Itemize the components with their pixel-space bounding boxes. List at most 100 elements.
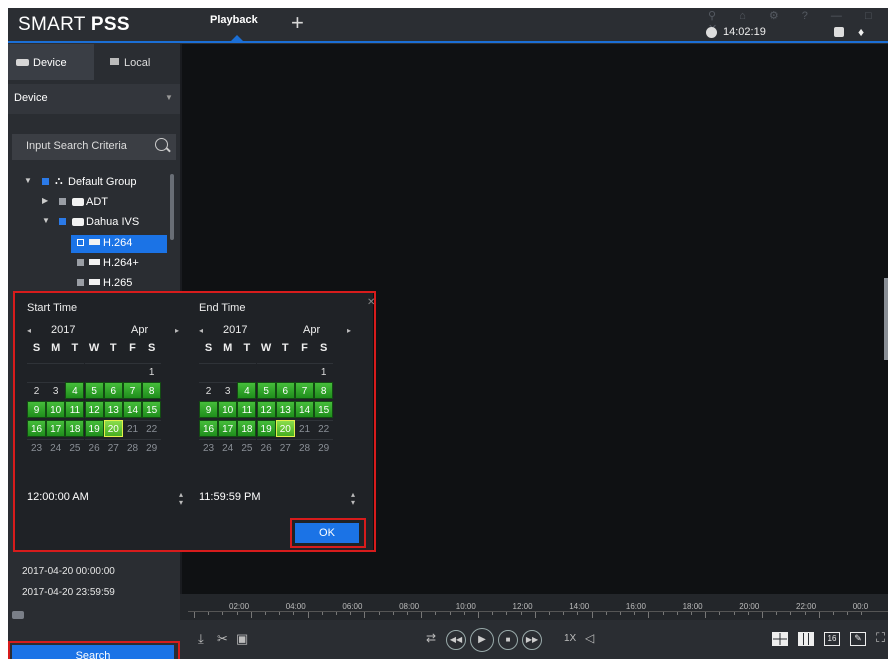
smart-pss-window: SMART PSS Playback + ⚲ ⌂ ⚙ ? — □ ✕ 14:02…	[8, 8, 888, 659]
timeline-tick-label: 04:00	[285, 602, 306, 611]
timeline-tick-label: 10:00	[455, 602, 476, 611]
search-highlight-box	[8, 641, 180, 659]
tab-local-label: Local	[124, 57, 151, 69]
search-input[interactable]: Input Search Criteria	[12, 134, 176, 160]
bell-icon[interactable]: ♦	[858, 25, 864, 39]
timeline-minor-tick	[676, 612, 678, 615]
snapshot-icon[interactable]: ▣	[236, 631, 248, 647]
tree-item-h264plus[interactable]: H.264+	[71, 255, 167, 273]
forward-button[interactable]: ▶▶	[522, 630, 542, 650]
timeline-minor-tick	[620, 612, 621, 615]
timeline-tick-label: 16:00	[625, 602, 646, 611]
edit-layout-icon[interactable]: ✎	[850, 632, 866, 646]
timeline-minor-tick	[378, 612, 380, 615]
tab-underline	[8, 41, 888, 43]
tree-item-h264[interactable]: H.264	[71, 235, 167, 253]
timeline-minor-tick	[421, 612, 423, 618]
timeline-minor-tick	[577, 612, 579, 615]
title-bar: SMART PSS Playback + ⚲ ⌂ ⚙ ? — □ ✕ 14:02…	[8, 8, 888, 44]
download-icon[interactable]: ⤓	[198, 631, 204, 647]
clock-icon	[706, 27, 717, 38]
collapse-icon[interactable]	[12, 611, 24, 619]
timeline-minor-tick	[833, 612, 834, 615]
timeline-minor-tick	[250, 612, 252, 618]
speed-label[interactable]: 1X	[564, 633, 576, 644]
expand-icon[interactable]: ▼	[42, 216, 50, 225]
timeline[interactable]: 02:00 04:00 06:00 08:00 10:00 12:00 14:00 16:00…	[180, 594, 888, 620]
tree-item-label: Dahua IVS	[86, 216, 140, 228]
video-scroll-handle[interactable]	[884, 278, 888, 360]
timeline-minor-tick	[194, 612, 195, 618]
checkbox[interactable]	[77, 279, 84, 286]
timeline-minor-tick	[691, 612, 692, 615]
device-dropdown[interactable]: Device ▼	[8, 84, 180, 114]
timeline-minor-tick	[492, 612, 494, 615]
start-time-value[interactable]: 2017-04-20 00:00:00	[22, 566, 115, 577]
timeline-minor-tick	[861, 612, 863, 615]
timeline-minor-tick	[435, 612, 437, 615]
timeline-tick-label: 02:00	[229, 602, 250, 611]
tree-item-label: H.265	[103, 277, 133, 289]
layout-4-icon[interactable]	[772, 632, 788, 646]
timeline-minor-tick	[762, 612, 763, 618]
checkbox[interactable]	[42, 178, 49, 185]
tree-item-label: Default Group	[68, 176, 137, 188]
clip-icon[interactable]: ✂	[217, 631, 228, 647]
search-placeholder: Input Search Criteria	[26, 140, 127, 152]
volume-icon[interactable]: ◁	[585, 631, 594, 645]
timeline-tick-label: 22:00	[796, 602, 817, 611]
group-icon: ⛬	[55, 175, 63, 187]
timeline-minor-tick	[236, 612, 238, 615]
timeline-minor-tick	[563, 612, 565, 615]
timeline-minor-tick	[847, 612, 849, 615]
timeline-minor-tick	[321, 612, 323, 615]
tab-device-label: Device	[33, 57, 67, 69]
camera-icon	[89, 239, 100, 245]
tab-device[interactable]: Device	[8, 44, 94, 80]
fullscreen-icon[interactable]: ⛶	[876, 630, 885, 646]
tree-item-adt[interactable]: ▶ ADT	[42, 194, 172, 212]
checkbox[interactable]	[59, 198, 66, 205]
timeline-minor-tick	[293, 612, 295, 615]
timeline-tick-label: 06:00	[342, 602, 363, 611]
cpu-icon[interactable]	[834, 27, 844, 37]
timeline-minor-tick	[605, 612, 607, 615]
checkbox[interactable]	[59, 218, 66, 225]
device-icon	[72, 218, 84, 226]
rewind-button[interactable]: ◀◀	[446, 630, 466, 650]
timeline-minor-tick	[265, 612, 266, 615]
play-button[interactable]: ▶	[470, 628, 494, 652]
stop-button[interactable]: ■	[498, 630, 518, 650]
timeline-minor-tick	[463, 612, 465, 615]
timeline-minor-tick	[790, 612, 792, 615]
app-logo: SMART PSS	[18, 14, 130, 35]
chevron-down-icon: ▼	[165, 93, 173, 102]
checkbox[interactable]	[77, 239, 84, 246]
timeline-minor-tick	[407, 612, 408, 615]
expand-icon[interactable]: ▶	[42, 196, 48, 205]
checkbox[interactable]	[77, 259, 84, 266]
tree-scrollbar[interactable]	[170, 174, 174, 240]
timeline-minor-tick	[662, 612, 664, 615]
search-icon[interactable]	[155, 138, 168, 151]
tree-item-label: ADT	[86, 196, 108, 208]
expand-icon[interactable]: ▼	[24, 176, 32, 185]
camera-icon	[89, 259, 100, 265]
add-tab-button[interactable]: +	[291, 11, 304, 35]
tab-local[interactable]: Local	[94, 44, 180, 80]
layout-9-icon[interactable]	[798, 632, 814, 646]
tree-item-default-group[interactable]: ▼ ⛬ Default Group	[24, 174, 174, 192]
timeline-minor-tick	[449, 612, 451, 615]
tree-item-dahua-ivs[interactable]: ▼ Dahua IVS	[42, 214, 172, 232]
monitor-icon	[110, 58, 119, 65]
device-dropdown-value: Device	[14, 92, 48, 104]
layout-16-icon[interactable]: 16	[824, 632, 840, 646]
end-time-value[interactable]: 2017-04-20 23:59:59	[22, 587, 115, 598]
timeline-minor-tick	[733, 612, 735, 615]
timeline-minor-tick	[478, 612, 479, 618]
timeline-minor-tick	[279, 612, 281, 615]
camera-icon	[89, 279, 100, 285]
tree-item-label: H.264	[103, 237, 133, 249]
timeline-minor-tick	[364, 612, 366, 618]
sync-icon[interactable]: ⇄	[426, 631, 436, 645]
